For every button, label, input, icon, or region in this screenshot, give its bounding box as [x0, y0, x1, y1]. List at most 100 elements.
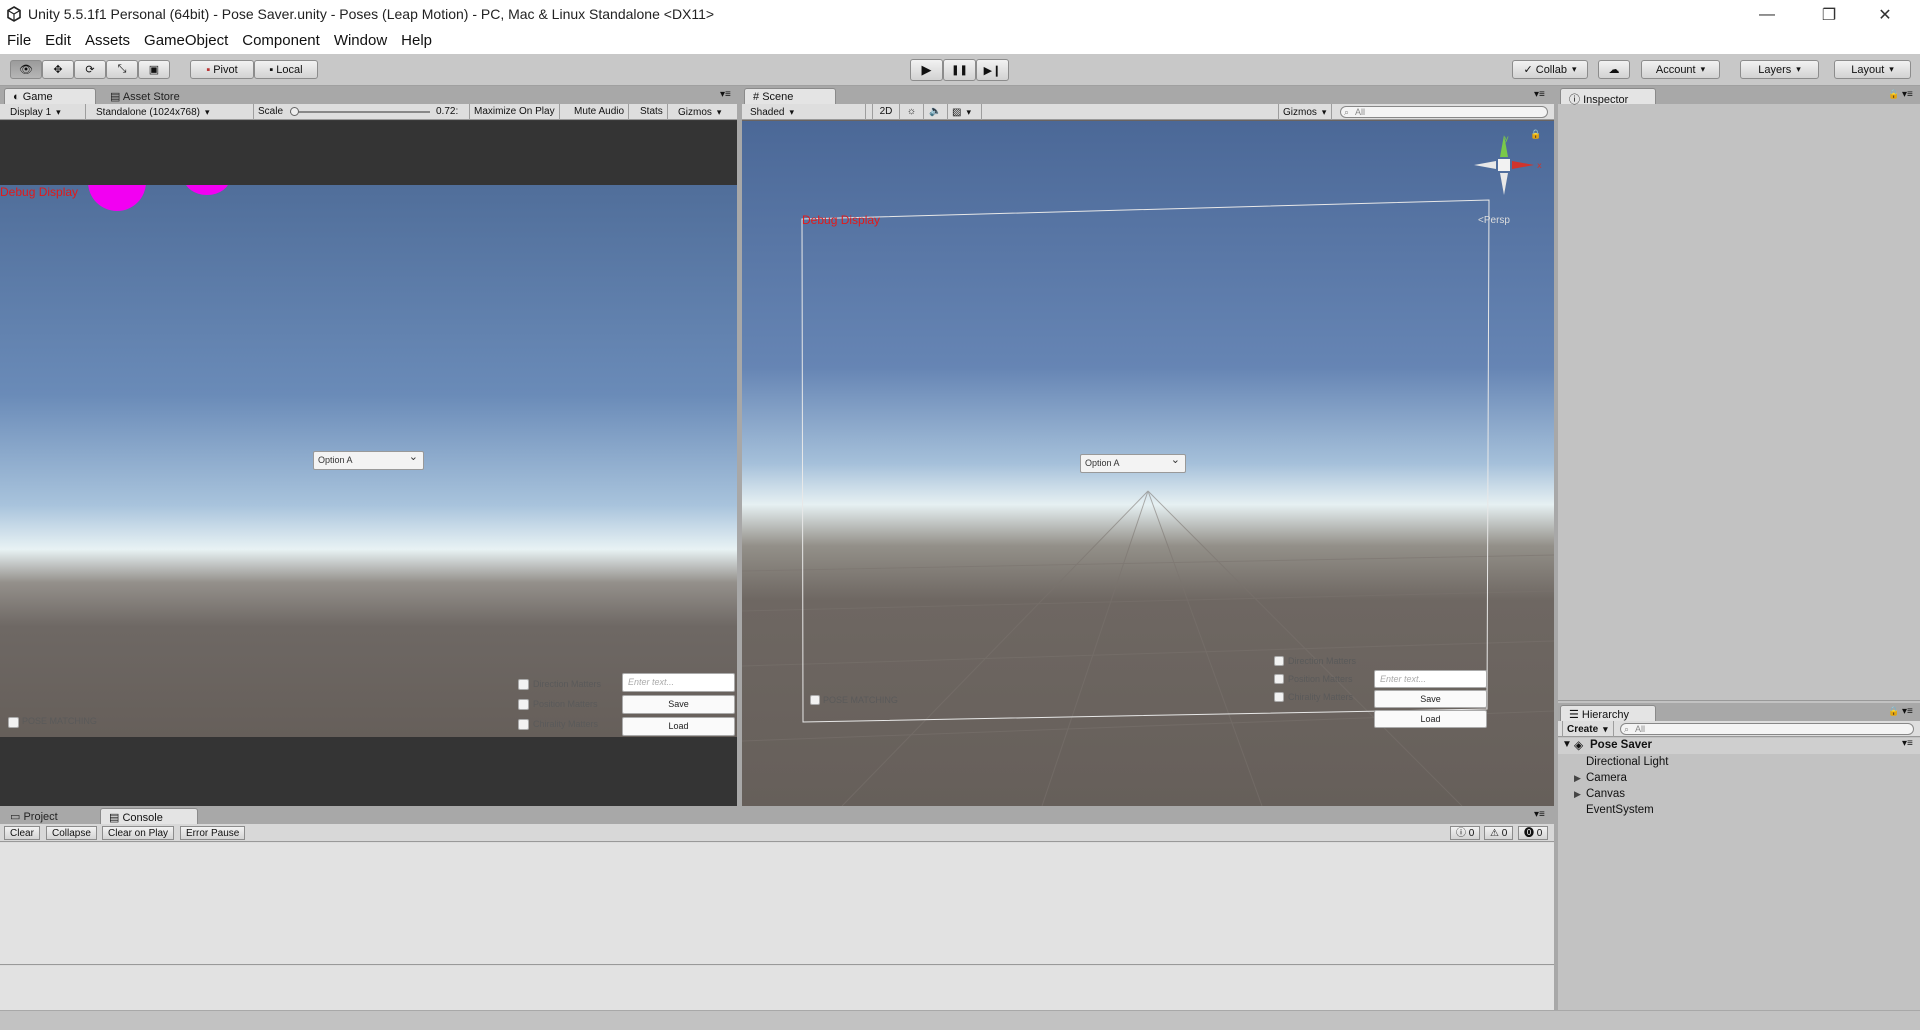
scene-chirality-checkbox[interactable]: [1274, 692, 1284, 702]
pose-matching-checkbox[interactable]: [8, 717, 19, 728]
tab-hierarchy[interactable]: ☰ Hierarchy: [1560, 705, 1656, 721]
expand-arrow-icon[interactable]: ▼: [1562, 739, 1572, 750]
chirality-checkbox[interactable]: [518, 719, 529, 730]
menu-gameobject[interactable]: GameObject: [137, 29, 235, 49]
pose-name-input[interactable]: Enter text...: [622, 673, 735, 692]
menu-edit[interactable]: Edit: [38, 29, 78, 49]
scene-pose-matching-checkbox[interactable]: [810, 695, 820, 705]
scene-direction-checkbox[interactable]: [1274, 656, 1284, 666]
gizmo-negy-axis-icon[interactable]: [1500, 173, 1508, 195]
rect-tool-button[interactable]: ▣: [138, 60, 170, 79]
hierarchy-search-input[interactable]: ⌕ All: [1620, 723, 1914, 735]
mute-audio-toggle[interactable]: Mute Audio: [570, 104, 630, 120]
shading-dropdown[interactable]: Shaded: [746, 104, 866, 120]
warning-filter-toggle[interactable]: ⚠ 0: [1484, 826, 1514, 840]
resolution-dropdown[interactable]: Standalone (1024x768): [92, 104, 254, 120]
scale-tool-button[interactable]: ⤡: [106, 60, 138, 79]
hierarchy-item-directional-light[interactable]: Directional Light: [1586, 756, 1668, 768]
direction-checkbox[interactable]: [518, 679, 529, 690]
tab-inspector[interactable]: ⓘ Inspector: [1560, 88, 1656, 106]
hierarchy-item-canvas[interactable]: Canvas: [1586, 788, 1625, 800]
menu-window[interactable]: Window: [327, 29, 394, 49]
menu-component[interactable]: Component: [235, 29, 327, 49]
2d-toggle[interactable]: 2D: [872, 104, 900, 120]
scene-position-checkbox[interactable]: [1274, 674, 1284, 684]
tab-asset-store[interactable]: ▤ Asset Store: [102, 88, 190, 104]
scale-control[interactable]: Scale 0.72:: [254, 104, 470, 120]
scale-slider-thumb[interactable]: [290, 107, 299, 116]
console-detail-area[interactable]: [0, 966, 1554, 1010]
clear-on-play-button[interactable]: Clear on Play: [102, 826, 175, 840]
layers-dropdown[interactable]: Layers: [1740, 60, 1819, 79]
save-button[interactable]: Save: [622, 695, 735, 714]
expand-arrow-icon[interactable]: ▶: [1574, 789, 1581, 800]
scene-gizmos-dropdown[interactable]: Gizmos: [1278, 104, 1332, 120]
clear-button[interactable]: Clear: [4, 826, 40, 840]
pause-button[interactable]: ❚❚: [943, 59, 976, 81]
persp-label[interactable]: <Persp: [1478, 215, 1510, 226]
gizmo-x-axis-icon[interactable]: [1512, 161, 1534, 169]
audio-toggle[interactable]: 🔈: [924, 104, 948, 120]
hierarchy-item-eventsystem[interactable]: EventSystem: [1586, 804, 1654, 816]
pivot-toggle[interactable]: ▪ Pivot: [190, 60, 254, 79]
gizmo-negx-axis-icon[interactable]: [1474, 161, 1496, 169]
panel-menu-icon[interactable]: ▾≡: [1902, 706, 1913, 717]
error-pause-button[interactable]: Error Pause: [180, 826, 246, 840]
scene-save-button[interactable]: Save: [1374, 690, 1487, 708]
close-button[interactable]: ✕: [1862, 0, 1908, 29]
move-tool-button[interactable]: ✥: [42, 60, 74, 79]
option-dropdown[interactable]: Option A: [313, 449, 424, 470]
hierarchy-item-camera[interactable]: Camera: [1586, 772, 1627, 784]
lock-icon[interactable]: 🔒: [1888, 89, 1899, 100]
display-dropdown[interactable]: Display 1: [6, 104, 86, 120]
scene-menu-icon[interactable]: ▾≡: [1902, 738, 1913, 749]
error-filter-toggle[interactable]: ⓿ 0: [1518, 826, 1549, 840]
scene-viewport[interactable]: y x 🔒 <Persp Debug Display Option A POSE…: [742, 121, 1554, 806]
panel-menu-icon[interactable]: ▾≡: [1534, 809, 1545, 820]
cloud-button[interactable]: ☁: [1598, 60, 1630, 79]
menu-assets[interactable]: Assets: [78, 29, 137, 49]
collab-dropdown[interactable]: ✓ Collab: [1512, 60, 1588, 79]
lighting-toggle[interactable]: ☼: [900, 104, 924, 120]
layout-dropdown[interactable]: Layout: [1834, 60, 1911, 79]
panel-menu-icon[interactable]: ▾≡: [1534, 89, 1545, 100]
scene-load-button[interactable]: Load: [1374, 710, 1487, 728]
view-tool-button[interactable]: 👁: [10, 60, 42, 79]
minimize-button[interactable]: —: [1744, 0, 1790, 29]
gizmo-center-cube-icon[interactable]: [1498, 159, 1510, 171]
position-checkbox[interactable]: [518, 699, 529, 710]
lock-icon[interactable]: 🔒: [1888, 706, 1899, 717]
lock-icon[interactable]: 🔒: [1530, 129, 1541, 140]
local-toggle[interactable]: ▪ Local: [254, 60, 318, 79]
game-viewport[interactable]: Debug Display Option A POSE MATCHING Dir…: [0, 185, 737, 737]
scene-search-input[interactable]: ⌕ All: [1340, 106, 1548, 118]
panel-menu-icon[interactable]: ▾≡: [1902, 89, 1913, 100]
maximize-on-play-toggle[interactable]: Maximize On Play: [470, 104, 560, 120]
stats-toggle[interactable]: Stats: [636, 104, 668, 120]
tab-console[interactable]: ▤ Console: [100, 808, 198, 824]
panel-menu-icon[interactable]: ▾≡: [720, 89, 731, 100]
info-filter-toggle[interactable]: ⓘ 0: [1450, 826, 1481, 840]
effects-dropdown[interactable]: ▨: [948, 104, 982, 120]
menu-help[interactable]: Help: [394, 29, 439, 49]
create-dropdown[interactable]: Create: [1562, 721, 1614, 737]
hierarchy-scene-row[interactable]: ▼ ◈ Pose Saver ▾≡: [1558, 738, 1920, 754]
step-button[interactable]: ▶❙: [976, 59, 1009, 81]
maximize-button[interactable]: ❐: [1806, 0, 1852, 29]
tab-game[interactable]: ◐ Game: [4, 88, 96, 104]
scale-slider-track[interactable]: [290, 111, 430, 113]
gizmos-dropdown[interactable]: Gizmos: [674, 104, 734, 120]
scene-option-dropdown[interactable]: Option A: [1080, 452, 1186, 473]
load-button[interactable]: Load: [622, 717, 735, 736]
console-log-area[interactable]: [0, 843, 1554, 965]
menu-file[interactable]: File: [0, 29, 38, 49]
game-view[interactable]: Debug Display Option A POSE MATCHING Dir…: [0, 121, 737, 806]
rotate-tool-button[interactable]: ⟳: [74, 60, 106, 79]
scene-orientation-gizmo[interactable]: y x: [1470, 131, 1546, 211]
account-dropdown[interactable]: Account: [1641, 60, 1720, 79]
play-button[interactable]: ▶: [910, 59, 943, 81]
expand-arrow-icon[interactable]: ▶: [1574, 773, 1581, 784]
tab-scene[interactable]: # Scene: [744, 88, 836, 104]
scene-pose-name-input[interactable]: Enter text...: [1374, 670, 1487, 688]
tab-project[interactable]: ▭ Project: [2, 808, 98, 824]
